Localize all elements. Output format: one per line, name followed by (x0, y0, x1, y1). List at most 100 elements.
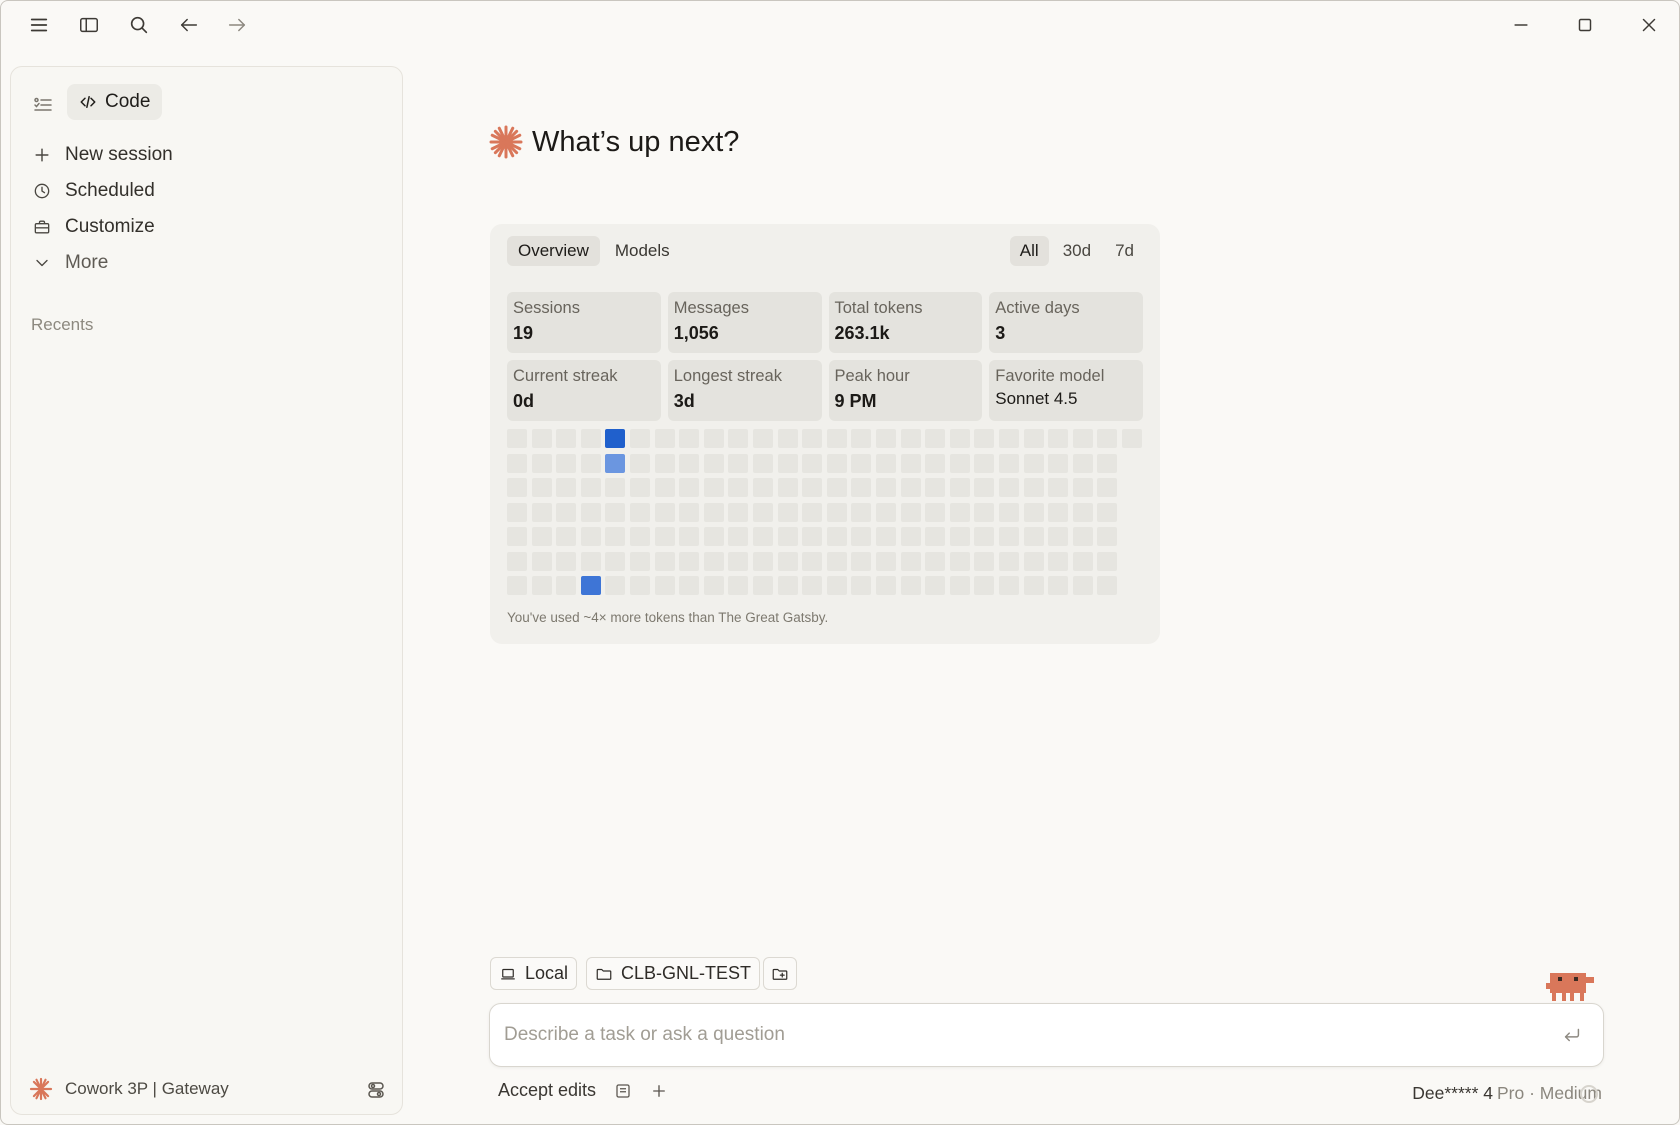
stat-value: 3d (673, 391, 695, 411)
heatmap-cell (802, 478, 823, 497)
close-icon[interactable] (1636, 12, 1662, 38)
project-folder-chip[interactable]: CLB-GNL-TEST (586, 957, 761, 990)
heatmap-cell (900, 453, 921, 473)
clock-icon (31, 180, 53, 202)
heatmap-cell (999, 576, 1019, 595)
composer-toolbar: Accept edits (498, 1080, 668, 1101)
heatmap-cell (580, 576, 601, 595)
heatmap-cell (753, 576, 773, 595)
heatmap-cell (605, 478, 626, 497)
heatmap-cell (900, 429, 921, 448)
heatmap-cell (974, 478, 995, 497)
settings-toggle-icon[interactable] (364, 1078, 388, 1102)
model-selector[interactable]: Dee***** 4 Pro · Medium (1412, 1083, 1602, 1104)
heatmap-cell (531, 502, 552, 522)
sidebar-item-new-session[interactable]: New session (31, 140, 173, 170)
heatmap-cell (1023, 527, 1044, 546)
plus-icon (31, 144, 53, 166)
task-list-icon[interactable] (31, 93, 55, 117)
workspace-switcher[interactable]: Cowork 3P | Gateway (29, 1074, 229, 1104)
chip-label: CLB-GNL-TEST (621, 963, 752, 983)
heatmap-cell (654, 478, 675, 497)
code-mode-button[interactable]: Code (67, 84, 163, 120)
heatmap-cell (556, 429, 577, 448)
permission-mode-button[interactable]: Accept edits (498, 1080, 596, 1101)
heatmap-cell (777, 527, 798, 546)
folder-icon (596, 968, 612, 980)
briefcase-icon (31, 216, 53, 238)
heatmap-cell (703, 478, 724, 497)
heatmap-cell (851, 527, 872, 546)
heatmap-cell (580, 527, 601, 546)
heatmap-cell (556, 527, 577, 546)
heatmap-cell (1072, 502, 1093, 522)
stat-active-days: Active days 3 (989, 292, 1143, 353)
maximize-icon[interactable] (1572, 12, 1598, 38)
heatmap-cell (728, 576, 749, 595)
heatmap-cell (876, 429, 896, 448)
stat-value: 9 PM (834, 391, 877, 411)
range-7d[interactable]: 7d (1105, 236, 1144, 266)
sidebar-item-customize[interactable]: Customize (31, 212, 155, 242)
heatmap-cell (1097, 453, 1118, 473)
heatmap-cell (753, 502, 773, 522)
heading-text: What’s up next? (532, 125, 740, 158)
recents-heading: Recents (31, 315, 94, 334)
enter-icon[interactable] (1561, 1024, 1583, 1046)
sidebar-icon[interactable] (76, 12, 102, 38)
heatmap-cell (826, 478, 847, 497)
plus-icon[interactable] (650, 1082, 668, 1100)
prompt-input[interactable] (504, 1004, 1544, 1066)
sidebar-item-more[interactable]: More (31, 248, 108, 278)
heatmap-cell (753, 551, 773, 571)
heatmap-cell (507, 429, 527, 448)
heatmap-cell (630, 527, 650, 546)
heatmap-cell (826, 453, 847, 473)
document-icon[interactable] (614, 1082, 632, 1100)
heatmap-cell (605, 502, 626, 522)
heatmap-cell (1048, 527, 1069, 546)
heatmap-cell (1097, 576, 1118, 595)
heatmap-cell (605, 527, 626, 546)
stat-value: 1,056 (673, 323, 719, 343)
heatmap-cell (1023, 502, 1044, 522)
range-all[interactable]: All (1009, 236, 1049, 266)
heatmap-cell (851, 502, 872, 522)
stat-label: Longest streak (673, 367, 782, 385)
heatmap-cell (1048, 478, 1069, 497)
stat-value: Sonnet 4.5 (995, 389, 1078, 408)
sidebar-item-scheduled[interactable]: Scheduled (31, 176, 155, 206)
heatmap-cell (507, 551, 527, 571)
heatmap-cell (777, 478, 798, 497)
heatmap-cell (679, 478, 700, 497)
heatmap-cell (605, 453, 626, 473)
minimize-icon[interactable] (1508, 12, 1534, 38)
heatmap-cell (679, 527, 700, 546)
tab-models[interactable]: Models (604, 236, 681, 266)
chevron-down-icon (31, 252, 53, 274)
heatmap-cell (679, 502, 700, 522)
heatmap-cell (925, 478, 946, 497)
heatmap-cell (777, 429, 798, 448)
sidebar-item-label: Scheduled (65, 180, 155, 201)
stat-value: 263.1k (834, 323, 890, 343)
heatmap-cell (531, 453, 552, 473)
heatmap-cell (1023, 551, 1044, 571)
heatmap-cell (630, 429, 650, 448)
menu-icon[interactable] (26, 12, 52, 38)
range-30d[interactable]: 30d (1053, 236, 1101, 266)
heatmap-cell (703, 502, 724, 522)
stat-value: 0d (513, 391, 535, 411)
tab-overview[interactable]: Overview (507, 236, 600, 266)
heatmap-cell (949, 527, 970, 546)
sidebar-item-label: Customize (65, 216, 155, 237)
search-icon[interactable] (126, 12, 152, 38)
heatmap-cell (925, 527, 946, 546)
heatmap-cell (974, 576, 995, 595)
forward-arrow-icon[interactable] (224, 12, 250, 38)
add-folder-button[interactable] (763, 957, 797, 990)
back-arrow-icon[interactable] (176, 12, 202, 38)
usage-stats-card: Overview Models All 30d 7d Sessions 19 Me… (490, 224, 1160, 644)
environment-local-chip[interactable]: Local (490, 957, 578, 990)
heatmap-cell (728, 551, 749, 571)
